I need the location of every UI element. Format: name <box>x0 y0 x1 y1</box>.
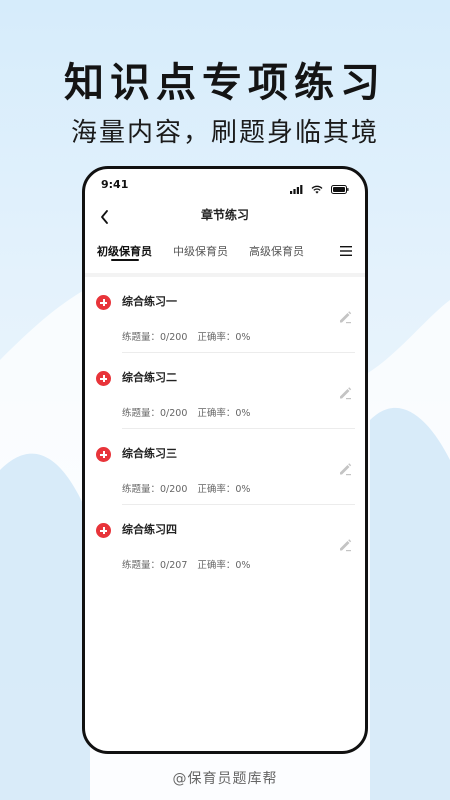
plus-circle-icon[interactable] <box>96 295 111 310</box>
pencil-icon[interactable] <box>337 385 353 401</box>
tab-senior[interactable]: 高级保育员 <box>249 243 304 259</box>
item-stats: 练题量：0/200 正确率：0% <box>122 481 260 495</box>
tab-junior[interactable]: 初级保育员 <box>97 243 152 259</box>
item-stats: 练题量：0/200 正确率：0% <box>122 405 260 419</box>
promo-headline: 知识点专项练习 <box>64 60 386 106</box>
item-accuracy: 正确率：0% <box>197 560 251 571</box>
list-item[interactable]: 综合练习二 练题量：0/200 正确率：0% <box>85 353 365 429</box>
plus-circle-icon[interactable] <box>96 371 111 386</box>
item-stats: 练题量：0/200 正确率：0% <box>122 329 260 343</box>
level-tabs: 初级保育员 中级保育员 高级保育员 <box>85 237 365 271</box>
promo-subline: 海量内容，刷题身临其境 <box>70 118 379 148</box>
item-title: 综合练习四 <box>122 523 177 536</box>
item-count: 练题量：0/200 <box>122 484 188 495</box>
hamburger-menu-icon[interactable] <box>339 244 353 258</box>
item-title: 综合练习二 <box>122 371 177 384</box>
item-stats: 练题量：0/207 正确率：0% <box>122 557 260 571</box>
nav-bar: 章节练习 <box>85 199 365 235</box>
tab-intermediate[interactable]: 中级保育员 <box>173 243 228 259</box>
item-count: 练题量：0/207 <box>122 560 188 571</box>
pencil-icon[interactable] <box>337 537 353 553</box>
item-count: 练题量：0/200 <box>122 332 188 343</box>
active-tab-indicator <box>111 259 139 261</box>
pencil-icon[interactable] <box>337 309 353 325</box>
item-accuracy: 正确率：0% <box>197 408 251 419</box>
status-bar: 9:41 <box>85 169 365 199</box>
wifi-icon <box>311 185 323 194</box>
exercise-list: 综合练习一 练题量：0/200 正确率：0% 综合练习二 练题量：0/200 正确率… <box>85 277 365 581</box>
status-icons <box>287 179 349 194</box>
page-title: 章节练习 <box>200 208 249 222</box>
item-count: 练题量：0/200 <box>122 408 188 419</box>
list-item[interactable]: 综合练习一 练题量：0/200 正确率：0% <box>85 277 365 353</box>
footer-credit: @保育员题库帮 <box>172 771 278 787</box>
plus-circle-icon[interactable] <box>96 447 111 462</box>
item-title: 综合练习三 <box>122 447 177 460</box>
list-item[interactable]: 综合练习三 练题量：0/200 正确率：0% <box>85 429 365 505</box>
plus-circle-icon[interactable] <box>96 523 111 538</box>
item-title: 综合练习一 <box>122 295 177 308</box>
list-item[interactable]: 综合练习四 练题量：0/207 正确率：0% <box>85 505 365 581</box>
phone-frame: 9:41 章节练习 初级保育员 中级保育员 高级保育员 综合练习一 练题量：0/… <box>82 166 368 754</box>
status-time: 9:41 <box>101 178 129 191</box>
item-accuracy: 正确率：0% <box>197 484 251 495</box>
item-accuracy: 正确率：0% <box>197 332 251 343</box>
battery-icon <box>331 185 349 194</box>
pencil-icon[interactable] <box>337 461 353 477</box>
signal-icon <box>289 185 303 194</box>
